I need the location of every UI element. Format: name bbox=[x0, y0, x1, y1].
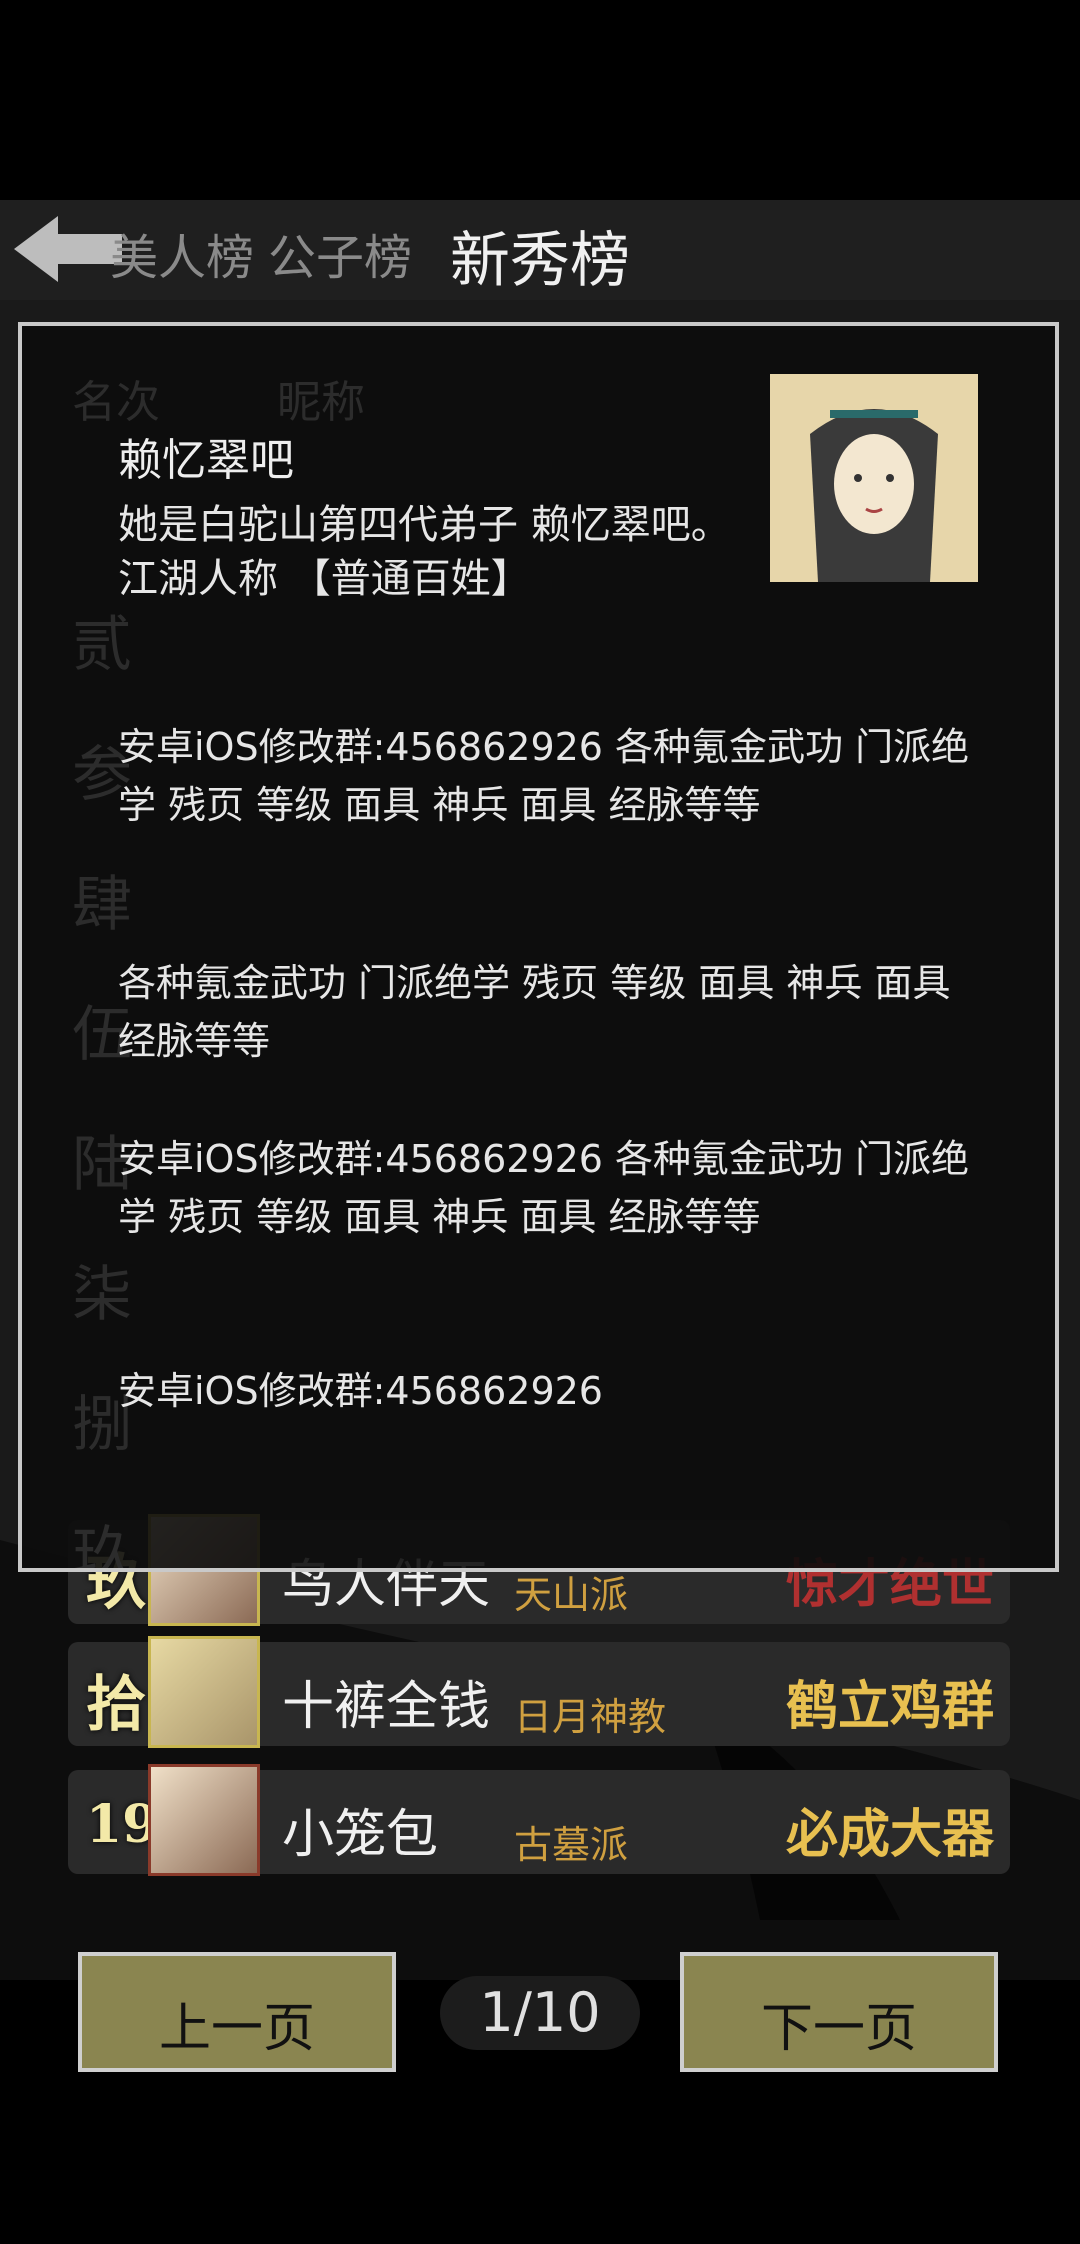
tab-beauty[interactable]: 美人榜 bbox=[110, 218, 254, 288]
avatar bbox=[148, 1764, 260, 1876]
popup-description: 她是白驼山第四代弟子 赖忆翠吧。 江湖人称 【普通百姓】 bbox=[118, 498, 768, 606]
description-line: 她是白驼山第四代弟子 赖忆翠吧。 bbox=[118, 502, 731, 548]
title-label: 鹤立鸡群 bbox=[785, 1676, 994, 1737]
ranking-row[interactable]: 拾 十裤全钱 日月神教 鹤立鸡群 bbox=[68, 1636, 1010, 1748]
school-label: 古墓派 bbox=[514, 1823, 629, 1867]
school-label: 日月神教 bbox=[514, 1695, 667, 1739]
prev-page-button[interactable]: 上一页 bbox=[78, 1952, 396, 2072]
column-header-rank: 名次 bbox=[72, 377, 160, 428]
rank-label: 拾 bbox=[86, 1670, 146, 1740]
prev-page-label: 上一页 bbox=[158, 1999, 315, 2059]
column-header-name: 昵称 bbox=[277, 377, 365, 428]
avatar bbox=[148, 1636, 260, 1748]
chat-message: 安卓iOS修改群:456862926 各种氪金武功 门派绝学 残页 等级 面具 … bbox=[118, 1137, 970, 1239]
chat-message: 安卓iOS修改群:456862926 各种氪金武功 门派绝学 残页 等级 面具 … bbox=[118, 725, 970, 827]
tab-newcomer[interactable]: 新秀榜 bbox=[450, 212, 630, 299]
tab-gentleman[interactable]: 公子榜 bbox=[268, 218, 412, 288]
ranking-row[interactable]: 19 小笼包 古墓派 必成大器 bbox=[68, 1764, 1010, 1876]
ghost-rank: 贰 bbox=[72, 610, 132, 680]
school-label: 天山派 bbox=[514, 1573, 629, 1617]
player-portrait bbox=[770, 374, 978, 582]
back-arrow-icon[interactable] bbox=[14, 214, 124, 284]
description-line: 江湖人称 【普通百姓】 bbox=[118, 556, 531, 602]
player-name: 十裤全钱 bbox=[282, 1677, 491, 1737]
chat-message: 各种氪金武功 门派绝学 残页 等级 面具 神兵 面具 经脉等等 bbox=[118, 961, 951, 1063]
chat-message: 安卓iOS修改群:456862926 bbox=[118, 1369, 603, 1413]
title-label: 必成大器 bbox=[785, 1804, 994, 1865]
player-info-popup[interactable]: 名次 昵称 贰 参 肆 伍 陆 柒 捌 玖 赖忆翠吧 她是白驼山第四代弟子 赖忆… bbox=[18, 322, 1059, 1572]
ghost-rank: 肆 bbox=[72, 870, 132, 940]
player-name: 小笼包 bbox=[282, 1805, 439, 1865]
next-page-label: 下一页 bbox=[760, 1999, 917, 2059]
ghost-rank: 柒 bbox=[72, 1260, 132, 1330]
page-indicator: 1/10 bbox=[440, 1976, 640, 2050]
popup-player-name: 赖忆翠吧 bbox=[118, 435, 294, 486]
status-area bbox=[0, 0, 1080, 200]
next-page-button[interactable]: 下一页 bbox=[680, 1952, 998, 2072]
ghost-rank: 玖 bbox=[72, 1520, 132, 1572]
